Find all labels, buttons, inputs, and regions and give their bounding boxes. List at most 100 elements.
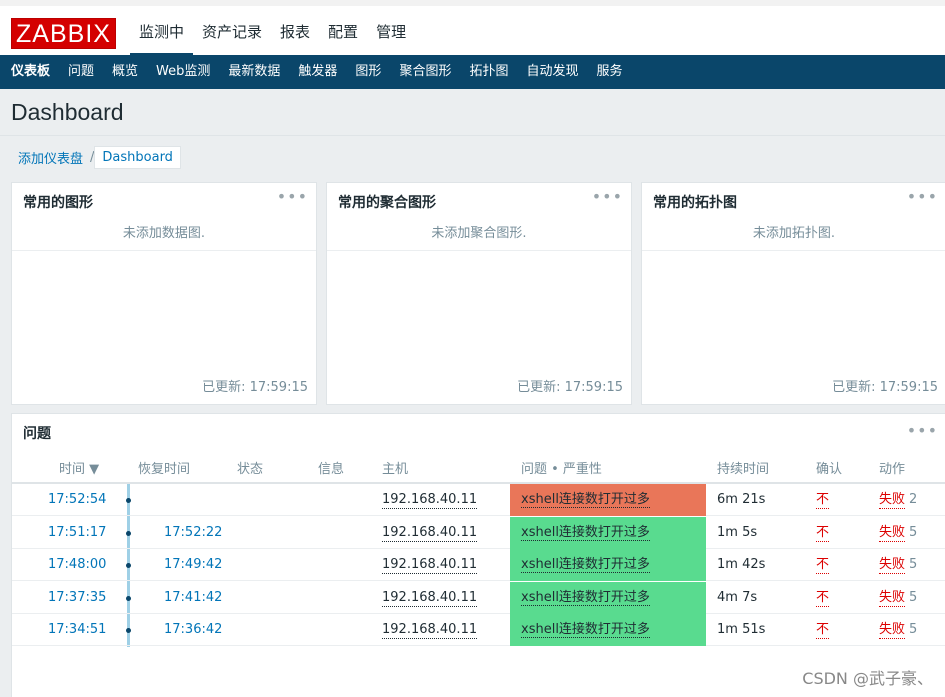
- widget-title: 问题: [23, 426, 51, 442]
- col-header-host[interactable]: 主机: [382, 458, 408, 477]
- problem-name[interactable]: xshell连接数打开过多: [521, 622, 650, 638]
- timeline-dot: [126, 530, 131, 536]
- problem-name[interactable]: xshell连接数打开过多: [521, 557, 650, 573]
- table-row: 17:52:54 192.168.40.11 xshell连接数打开过多 6m 21s…: [12, 484, 945, 516]
- widget-title: 常用的聚合图形: [338, 195, 436, 211]
- problem-time[interactable]: 17:34:51: [48, 614, 106, 645]
- recovery-time[interactable]: 17:52:22: [164, 517, 222, 548]
- host-link[interactable]: 192.168.40.11: [382, 590, 478, 607]
- action-status-link[interactable]: 失败: [879, 622, 906, 639]
- add-dashboard-link[interactable]: 添加仪表盘: [11, 148, 90, 167]
- problem-severity-cell[interactable]: xshell连接数打开过多: [510, 581, 706, 614]
- table-row: 17:37:35 17:41:42 192.168.40.11 xshell连接数打开…: [12, 581, 945, 614]
- duration: 6m 21s: [717, 492, 766, 507]
- widget-empty-message: 未添加聚合图形.: [327, 217, 631, 251]
- table-row: 17:51:17 17:52:22 192.168.40.11 xshell连接数打开…: [12, 516, 945, 549]
- subnav-dashboard[interactable]: 仪表板: [2, 55, 59, 89]
- subnav-maps[interactable]: 拓扑图: [460, 55, 517, 89]
- widget-menu-icon[interactable]: •••: [592, 187, 623, 206]
- zabbix-logo[interactable]: ZABBIX: [11, 18, 116, 49]
- problem-severity-cell[interactable]: xshell连接数打开过多: [510, 614, 706, 646]
- subnav-web[interactable]: Web监测: [147, 55, 219, 89]
- widget-title: 常用的拓扑图: [653, 195, 737, 211]
- title-area: Dashboard: [0, 89, 945, 136]
- widget-favourite-graphs: 常用的图形 ••• 未添加数据图. 已更新: 17:59:15: [11, 182, 317, 405]
- timeline-dot: [126, 628, 131, 633]
- watermark: CSDN @武子豪、: [802, 669, 933, 688]
- recovery-time[interactable]: 17:49:42: [164, 549, 222, 580]
- subnav-overview[interactable]: 概览: [103, 55, 147, 89]
- subnav-discovery[interactable]: 自动发现: [517, 55, 587, 89]
- problem-name[interactable]: xshell连接数打开过多: [521, 524, 650, 541]
- problem-severity-cell[interactable]: xshell连接数打开过多: [510, 484, 706, 516]
- ack-link[interactable]: 不: [816, 557, 830, 574]
- col-header-time[interactable]: 时间 ▼: [59, 458, 99, 477]
- action-status-link[interactable]: 失败: [879, 492, 906, 509]
- widget-empty-message: 未添加数据图.: [12, 217, 316, 251]
- ack-link[interactable]: 不: [816, 525, 830, 542]
- col-header-status: 状态: [237, 462, 264, 477]
- recovery-time[interactable]: 17:36:42: [164, 614, 222, 645]
- nav-configuration[interactable]: 配置: [319, 18, 367, 56]
- subnav-latest-data[interactable]: 最新数据: [219, 55, 289, 89]
- duration: 1m 42s: [717, 557, 766, 572]
- problem-time[interactable]: 17:51:17: [48, 517, 106, 548]
- problem-time[interactable]: 17:37:35: [48, 582, 106, 613]
- widget-updated: 已更新: 17:59:15: [202, 380, 308, 395]
- host-link[interactable]: 192.168.40.11: [382, 492, 478, 509]
- widget-header: 常用的拓扑图 •••: [642, 183, 945, 217]
- widget-menu-icon[interactable]: •••: [277, 187, 308, 206]
- host-link[interactable]: 192.168.40.11: [382, 525, 478, 542]
- col-header-ack: 确认: [816, 462, 843, 477]
- action-status-link[interactable]: 失败: [879, 590, 906, 607]
- problem-time[interactable]: 17:48:00: [48, 549, 106, 580]
- duration: 1m 51s: [717, 622, 766, 637]
- nav-monitoring[interactable]: 监测中: [130, 18, 194, 56]
- timeline-dot: [126, 595, 131, 601]
- action-status-link[interactable]: 失败: [879, 557, 906, 574]
- action-status-link[interactable]: 失败: [879, 525, 906, 542]
- ack-link[interactable]: 不: [816, 492, 830, 509]
- ack-link[interactable]: 不: [816, 590, 830, 607]
- subnav-services[interactable]: 服务: [587, 55, 631, 89]
- problem-severity-cell[interactable]: xshell连接数打开过多: [510, 516, 706, 549]
- host-link[interactable]: 192.168.40.11: [382, 557, 478, 574]
- sub-nav: 仪表板 问题 概览 Web监测 最新数据 触发器 图形 聚合图形 拓扑图 自动发…: [0, 55, 945, 89]
- widget-menu-icon[interactable]: •••: [907, 187, 938, 206]
- top-header: ZABBIX 监测中 资产记录 报表 配置 管理: [0, 0, 945, 56]
- page-title: Dashboard: [11, 99, 124, 125]
- widget-header: 常用的图形 •••: [12, 183, 316, 217]
- action-count: 5: [909, 524, 918, 540]
- subnav-screens[interactable]: 聚合图形: [390, 55, 460, 89]
- widget-favourite-maps: 常用的拓扑图 ••• 未添加拓扑图. 已更新: 17:59:15: [641, 182, 945, 405]
- nav-reports[interactable]: 报表: [271, 18, 319, 56]
- col-header-problem-severity[interactable]: 问题 • 严重性: [521, 458, 602, 477]
- col-header-recovery-time[interactable]: 恢复时间: [138, 458, 190, 477]
- subnav-problems[interactable]: 问题: [59, 55, 103, 89]
- table-row: 17:34:51 17:36:42 192.168.40.11 xshell连接数打开…: [12, 614, 945, 646]
- ack-link[interactable]: 不: [816, 622, 830, 639]
- problem-name[interactable]: xshell连接数打开过多: [521, 589, 650, 606]
- action-count: 5: [909, 622, 918, 637]
- breadcrumb-current[interactable]: Dashboard: [94, 146, 181, 169]
- problem-severity-cell[interactable]: xshell连接数打开过多: [510, 549, 706, 581]
- action-count: 2: [909, 492, 918, 507]
- subnav-triggers[interactable]: 触发器: [289, 55, 346, 89]
- nav-administration[interactable]: 管理: [367, 18, 415, 56]
- widget-problems: 问题 ••• 时间 ▼ 恢复时间 状态 信息 主机 问题 • 严重性 持续时间 …: [11, 413, 945, 697]
- duration: 4m 7s: [717, 589, 758, 605]
- table-row: 17:48:00 17:49:42 192.168.40.11 xshell连接数打开…: [12, 549, 945, 581]
- widget-menu-icon[interactable]: •••: [907, 421, 938, 440]
- recovery-time[interactable]: 17:41:42: [164, 582, 222, 613]
- host-link[interactable]: 192.168.40.11: [382, 622, 478, 639]
- subnav-graphs[interactable]: 图形: [346, 55, 390, 89]
- problem-time[interactable]: 17:52:54: [48, 484, 106, 515]
- timeline-dot: [126, 563, 131, 568]
- action-count: 5: [909, 557, 918, 572]
- nav-inventory[interactable]: 资产记录: [193, 18, 271, 56]
- widget-header: 常用的聚合图形 •••: [327, 183, 631, 217]
- breadcrumb: 添加仪表盘 / Dashboard: [11, 146, 181, 169]
- action-count: 5: [909, 589, 918, 605]
- problem-name[interactable]: xshell连接数打开过多: [521, 492, 650, 508]
- widget-favourite-screens: 常用的聚合图形 ••• 未添加聚合图形. 已更新: 17:59:15: [326, 182, 632, 405]
